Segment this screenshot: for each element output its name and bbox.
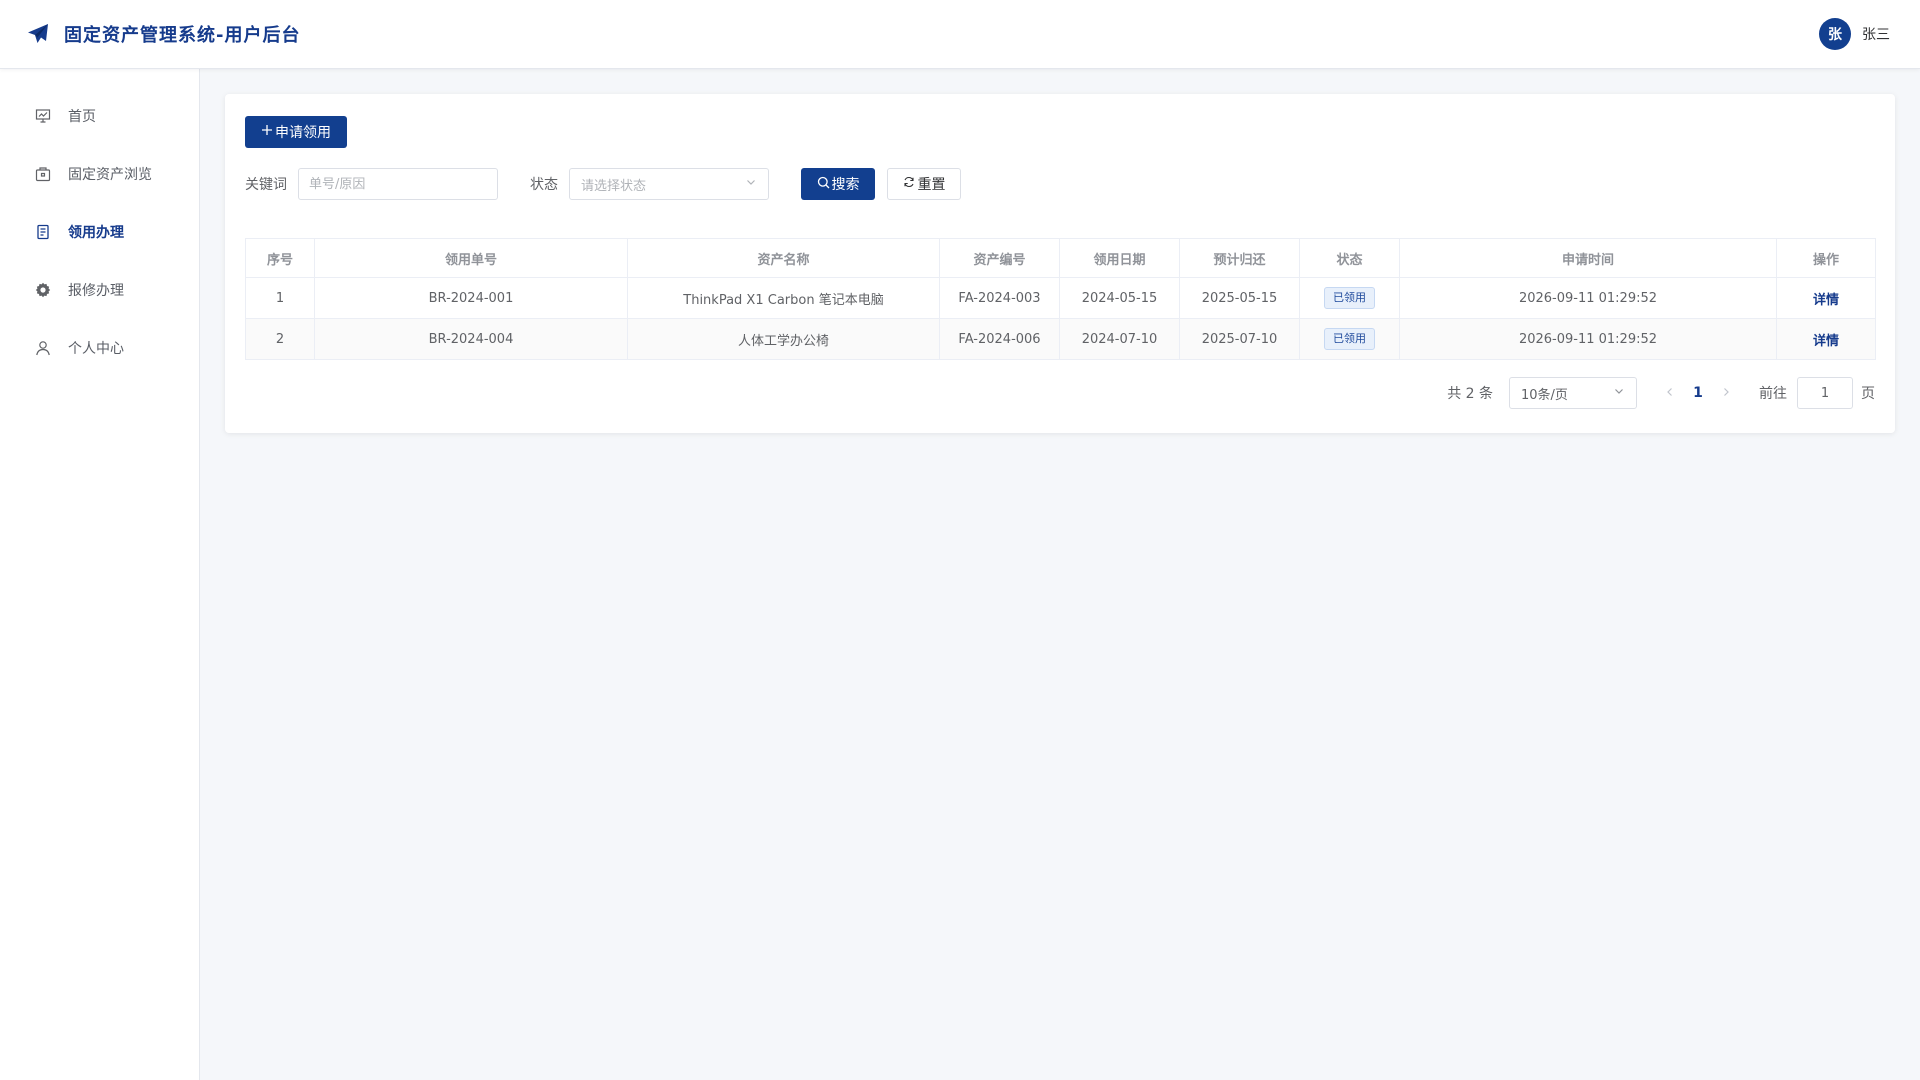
column-header: 序号: [245, 238, 315, 278]
goto-label: 前往: [1759, 386, 1787, 402]
prev-page-button[interactable]: [1659, 385, 1681, 401]
cell-asset-no: FA-2024-003: [939, 277, 1060, 319]
refresh-icon: [903, 176, 915, 192]
user-icon: [34, 339, 52, 357]
keyword-input[interactable]: [298, 168, 498, 200]
sidebar-item-repair[interactable]: 报修办理: [0, 261, 199, 319]
chevron-right-icon: [1724, 388, 1729, 396]
status-badge: 已领用: [1324, 328, 1375, 350]
gear-icon: [34, 281, 52, 299]
cell-apply-time: 2026-09-11 01:29:52: [1399, 318, 1777, 360]
sidebar-item-home[interactable]: 首页: [0, 87, 199, 145]
page-size-select[interactable]: 10条/页: [1509, 377, 1637, 409]
reset-label: 重置: [917, 177, 946, 193]
status-select[interactable]: 请选择状态: [569, 168, 769, 200]
top-header: 固定资产管理系统-用户后台 张 张三: [0, 0, 1920, 69]
page-size-value: 10条/页: [1521, 387, 1568, 403]
cell-return-date: 2025-07-10: [1179, 318, 1300, 360]
pagination: 共 2 条 10条/页 1 前往 页: [245, 377, 1875, 409]
plus-icon: [261, 124, 273, 140]
package-box-icon: [34, 165, 52, 183]
user-menu[interactable]: 张 张三: [1819, 18, 1890, 50]
detail-link[interactable]: 详情: [1813, 334, 1839, 349]
borrow-table: 序号 领用单号 资产名称 资产编号 领用日期 预计归还 状态 申请时间 操作 1…: [245, 238, 1876, 360]
chevron-down-icon: [745, 176, 757, 192]
cell-asset-no: FA-2024-006: [939, 318, 1060, 360]
column-header: 资产名称: [627, 238, 940, 278]
cell-asset-name: ThinkPad X1 Carbon 笔记本电脑: [627, 277, 940, 319]
status-select-placeholder: 请选择状态: [581, 178, 647, 194]
sidebar-item-profile[interactable]: 个人中心: [0, 319, 199, 377]
brand: 固定资产管理系统-用户后台: [26, 21, 300, 47]
status-badge: 已领用: [1324, 287, 1375, 309]
apply-borrow-button[interactable]: 申请领用: [245, 116, 347, 148]
keyword-label: 关键词: [245, 177, 287, 193]
username[interactable]: 张三: [1862, 24, 1890, 44]
column-header: 领用日期: [1059, 238, 1180, 278]
page-unit-label: 页: [1861, 386, 1875, 402]
column-header: 申请时间: [1399, 238, 1777, 278]
cell-action: 详情: [1776, 277, 1876, 319]
cell-order-no: BR-2024-004: [314, 318, 628, 360]
avatar[interactable]: 张: [1819, 18, 1851, 50]
sidebar-item-label: 个人中心: [68, 341, 124, 357]
sidebar-item-label: 领用办理: [68, 225, 124, 241]
search-label: 搜索: [831, 177, 860, 193]
app-title: 固定资产管理系统-用户后台: [64, 25, 301, 46]
search-button[interactable]: 搜索: [801, 168, 875, 200]
status-label: 状态: [530, 177, 558, 193]
cell-order-no: BR-2024-001: [314, 277, 628, 319]
next-page-button[interactable]: [1715, 385, 1737, 401]
column-header: 预计归还: [1179, 238, 1300, 278]
pagination-total: 共 2 条: [1447, 386, 1493, 402]
filter-bar: 关键词 状态 请选择状态 搜索 重置: [245, 168, 1875, 200]
sidebar-item-label: 固定资产浏览: [68, 167, 152, 183]
table-row: 1 BR-2024-001 ThinkPad X1 Carbon 笔记本电脑 F…: [245, 277, 1876, 319]
cell-borrow-date: 2024-05-15: [1059, 277, 1180, 319]
sidebar-item-borrow[interactable]: 领用办理: [0, 203, 199, 261]
apply-borrow-label: 申请领用: [275, 125, 331, 141]
column-header: 资产编号: [939, 238, 1060, 278]
document-icon: [34, 223, 52, 241]
cell-action: 详情: [1776, 318, 1876, 360]
search-icon: [817, 176, 830, 193]
cell-status: 已领用: [1299, 318, 1400, 360]
cell-status: 已领用: [1299, 277, 1400, 319]
table-header-row: 序号 领用单号 资产名称 资产编号 领用日期 预计归还 状态 申请时间 操作: [245, 238, 1876, 278]
sidebar-item-asset-browse[interactable]: 固定资产浏览: [0, 145, 199, 203]
cell-apply-time: 2026-09-11 01:29:52: [1399, 277, 1777, 319]
page-number-button[interactable]: 1: [1681, 385, 1715, 401]
sidebar-item-label: 报修办理: [68, 283, 124, 299]
reset-button[interactable]: 重置: [887, 168, 961, 200]
paper-plane-icon: [26, 22, 50, 46]
cell-asset-name: 人体工学办公椅: [627, 318, 940, 360]
sidebar-item-label: 首页: [68, 109, 96, 125]
table-row: 2 BR-2024-004 人体工学办公椅 FA-2024-006 2024-0…: [245, 318, 1876, 360]
main-panel: 申请领用 关键词 状态 请选择状态 搜索 重置: [225, 94, 1895, 433]
cell-return-date: 2025-05-15: [1179, 277, 1300, 319]
detail-link[interactable]: 详情: [1813, 293, 1839, 308]
chevron-down-icon: [1613, 385, 1625, 401]
goto-page-input[interactable]: [1797, 377, 1853, 409]
cell-index: 2: [245, 318, 315, 360]
cell-index: 1: [245, 277, 315, 319]
presentation-chart-icon: [34, 107, 52, 125]
cell-borrow-date: 2024-07-10: [1059, 318, 1180, 360]
column-header: 状态: [1299, 238, 1400, 278]
sidebar: 首页 固定资产浏览 领用办理 报修办理 个人中心: [0, 69, 200, 1080]
column-header: 操作: [1776, 238, 1876, 278]
chevron-left-icon: [1667, 388, 1672, 396]
column-header: 领用单号: [314, 238, 628, 278]
